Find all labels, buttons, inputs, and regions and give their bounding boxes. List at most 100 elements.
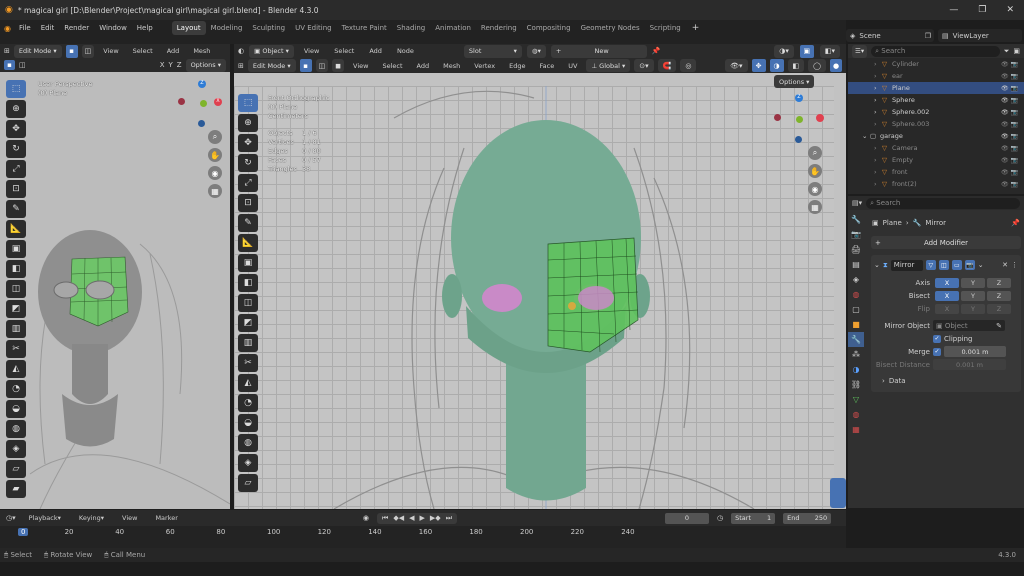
visibility-toggle-icon[interactable]: 👁 📷 <box>1001 145 1018 152</box>
tab-sculpting[interactable]: Sculpting <box>247 21 290 35</box>
tab-shading[interactable]: Shading <box>392 21 430 35</box>
outliner-item[interactable]: › ▽ Empty 👁 📷 <box>848 154 1024 166</box>
maximize-icon[interactable]: ❐ <box>978 5 986 15</box>
main-pan-hand-icon[interactable]: ✋ <box>808 164 822 178</box>
visibility-toggle-icon[interactable]: 👁 📷 <box>1001 169 1018 176</box>
shader-menu-select[interactable]: Select <box>329 47 359 55</box>
outliner-item[interactable]: › ▽ Cylinder 👁 📷 <box>848 58 1024 70</box>
expand-chevron-icon[interactable]: › <box>874 144 882 152</box>
clipping-checkbox[interactable]: ✓ <box>933 334 941 343</box>
menu-file[interactable]: File <box>14 24 36 32</box>
timeline-menu-keying[interactable]: Keying▾ <box>74 514 109 522</box>
realtime-toggle-icon[interactable]: ▭ <box>951 260 962 270</box>
tab-texture-paint[interactable]: Texture Paint <box>337 21 392 35</box>
new-material-button[interactable]: + New <box>550 44 647 58</box>
world-tab-icon[interactable]: ◍ <box>848 287 864 302</box>
properties-pin-icon[interactable]: 📌 <box>1011 219 1020 227</box>
main-x-axis-icon[interactable] <box>816 114 824 122</box>
new-collection-icon[interactable]: ▣ <box>1013 47 1020 55</box>
visibility-toggle-icon[interactable]: 👁 📷 <box>1001 157 1018 164</box>
axis-y-toggle[interactable]: Y <box>961 277 985 288</box>
tool-tab-icon[interactable]: 🔧 <box>848 212 864 227</box>
particles-tab-icon[interactable]: ⁂ <box>848 347 864 362</box>
node-editor-type-icon[interactable]: ◐ <box>238 47 244 55</box>
outliner-item[interactable]: › ▽ ear 👁 📷 <box>848 70 1024 82</box>
visibility-toggle-icon[interactable]: 👁 📷 <box>1001 73 1018 80</box>
expand-chevron-icon[interactable]: › <box>874 72 882 80</box>
render-toggle-icon[interactable]: 📷 <box>964 260 975 270</box>
modifier-tab-icon[interactable]: 🔧 <box>848 332 864 347</box>
axis-x-toggle[interactable]: X <box>935 277 959 288</box>
main-neg-z-axis-icon[interactable] <box>795 136 802 143</box>
outliner-item[interactable]: › ▽ Sphere 👁 📷 <box>848 94 1024 106</box>
visibility-toggle-icon[interactable]: 👁 📷 <box>1001 85 1018 92</box>
pin-icon[interactable]: 📌 <box>652 47 661 55</box>
render-tab-icon[interactable]: 📷 <box>848 227 864 242</box>
main-head-model[interactable] <box>234 58 834 509</box>
add-workspace-icon[interactable]: + <box>692 23 700 33</box>
expand-chevron-icon[interactable]: › <box>874 168 882 176</box>
tab-uv-editing[interactable]: UV Editing <box>290 21 337 35</box>
main-navigation-gizmo[interactable]: Z <box>774 94 824 144</box>
jump-end-icon[interactable]: ⏭ <box>446 514 452 523</box>
visibility-toggle-icon[interactable]: 👁 📷 <box>1001 133 1018 140</box>
shader-sidebar-icon[interactable]: ◧▾ <box>819 44 840 58</box>
mirror-object-field[interactable]: ▣ Object ✎ <box>933 320 1005 331</box>
expand-chevron-icon[interactable]: › <box>874 120 882 128</box>
cage-toggle-icon[interactable]: ◫ <box>938 260 949 270</box>
visibility-toggle-icon[interactable]: 👁 📷 <box>1001 61 1018 68</box>
visibility-toggle-icon[interactable]: 👁 📷 <box>1001 121 1018 128</box>
modifier-menu-icon[interactable]: ⌄ <box>978 261 984 269</box>
flip-y-toggle[interactable]: Y <box>961 303 985 314</box>
jump-start-icon[interactable]: ⏮ <box>382 514 388 523</box>
expand-chevron-icon[interactable]: › <box>874 60 882 68</box>
physics-tab-icon[interactable]: ◑ <box>848 362 864 377</box>
merge-checkbox[interactable]: ✓ <box>933 347 941 356</box>
view-layer-tab-icon[interactable]: ▤ <box>848 257 864 272</box>
left-head-model[interactable] <box>0 44 230 509</box>
timeline-ruler[interactable]: 0 20 40 60 80 100 120 140 160 180 200 220 240 <box>0 528 846 548</box>
shader-snap-icon[interactable]: ▣ <box>799 44 814 58</box>
expand-chevron-icon[interactable]: ⌄ <box>862 132 870 140</box>
record-icon[interactable]: ◉ <box>363 514 369 522</box>
outliner-display-mode[interactable]: ☰▾ <box>852 44 868 58</box>
left-viewport[interactable]: ⊞ Edit Mode ▾ ▪ ◫ View Select Add Mesh ▪… <box>0 44 230 509</box>
main-zoom-icon[interactable]: ⌕ <box>808 146 822 160</box>
timeline-menu-view[interactable]: View <box>117 514 142 522</box>
data-subpanel-label[interactable]: Data <box>889 377 906 385</box>
view-layer-selector[interactable]: ▤ ViewLayer <box>938 29 1022 42</box>
blender-menu-icon[interactable]: ◉ <box>4 24 11 33</box>
main-camera-view-icon[interactable]: ◉ <box>808 182 822 196</box>
jump-keyframe-back-icon[interactable]: ◆◀ <box>393 514 404 522</box>
main-ortho-toggle-icon[interactable]: ▦ <box>808 200 822 214</box>
tab-compositing[interactable]: Compositing <box>522 21 576 35</box>
shader-menu-add[interactable]: Add <box>364 47 387 55</box>
filter-icon[interactable]: ⏷ <box>1004 47 1010 56</box>
bisect-y-toggle[interactable]: Y <box>961 290 985 301</box>
expand-chevron-icon[interactable]: › <box>874 84 882 92</box>
flip-z-toggle[interactable]: Z <box>987 303 1011 314</box>
axis-z-toggle[interactable]: Z <box>987 277 1011 288</box>
main-neg-x-axis-icon[interactable] <box>774 114 781 121</box>
main-viewport[interactable]: ⊞ Edit Mode ▾ ▪ ◫ ◼ View Select Add Mesh… <box>234 58 846 509</box>
current-frame-field[interactable]: 0 <box>665 512 709 524</box>
end-frame-field[interactable]: End 250 <box>783 512 832 524</box>
timeline-menu-marker[interactable]: Marker <box>150 514 182 522</box>
expand-chevron-icon[interactable]: › <box>874 96 882 104</box>
collapse-chevron-icon[interactable]: ⌄ <box>874 261 880 269</box>
main-z-axis-icon[interactable]: Z <box>795 94 803 102</box>
eyedropper-icon[interactable]: ✎ <box>996 322 1002 330</box>
outliner-item[interactable]: › ▽ front 👁 📷 <box>848 166 1024 178</box>
material-browse-button[interactable]: ◍▾ <box>526 44 546 58</box>
tab-animation[interactable]: Animation <box>430 21 476 35</box>
jump-keyframe-forward-icon[interactable]: ▶◆ <box>430 514 441 522</box>
object-tab-icon[interactable]: ■ <box>848 317 864 332</box>
shader-menu-view[interactable]: View <box>299 47 324 55</box>
output-tab-icon[interactable]: 🖨 <box>848 242 864 257</box>
shader-overlay-icon[interactable]: ◑▾ <box>774 44 794 58</box>
remove-modifier-icon[interactable]: ✕ <box>1002 261 1008 269</box>
material-tab-icon[interactable]: ◍ <box>848 407 864 422</box>
timeline-menu-playback[interactable]: Playback▾ <box>24 514 66 522</box>
main-y-axis-icon[interactable] <box>796 116 803 123</box>
bisect-x-toggle[interactable]: X <box>935 290 959 301</box>
